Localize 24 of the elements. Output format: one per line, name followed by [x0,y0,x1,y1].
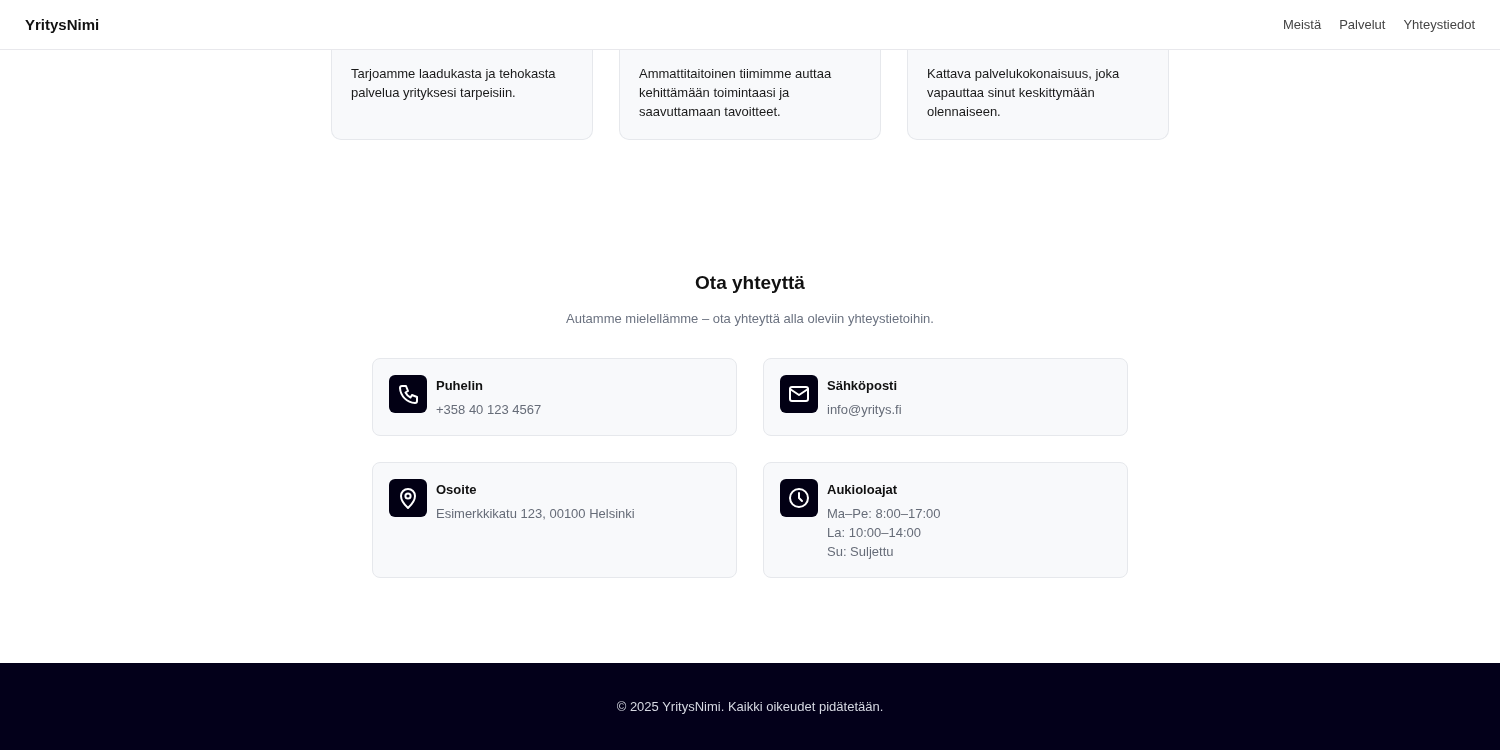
map-pin-icon [389,479,427,517]
nav-link[interactable]: Yhteystiedot [1403,17,1475,32]
clock-icon [780,479,818,517]
contact-value: La: 10:00–14:00 [827,524,922,542]
nav-link[interactable]: Meistä [1282,17,1322,32]
service-description: Kattava palvelukokonaisuus, joka vapauttaa sinut keskittymään olennaiseen. [927,65,1121,121]
contact-label: Puhelin [436,377,484,395]
service-description: Tarjoamme laadukasta ja tehokasta palvelua yrityksesi tarpeisiin. [351,65,557,102]
contact-value[interactable]: info@yritys.fi [827,400,902,419]
contact-value: Ma–Pe: 8:00–17:00 [827,505,941,523]
contact-value: Su: Suljettu [827,543,895,561]
contact-label: Osoite [436,481,478,499]
contact-value[interactable]: +358 40 123 4567 [436,400,542,419]
section-subtitle: Autamme mielellämme – ota yhteyttä alla oleviin yhteystietoihin. [566,311,934,326]
service-description: Ammattitaitoinen tiimimme auttaa kehittämään toimintaasi ja saavuttamaan tavoitteet. [639,65,833,121]
phone-icon [389,375,427,413]
copyright-text: © 2025 YritysNimi. Kaikki oikeudet pidätetään. [616,699,884,714]
envelope-icon [780,375,818,413]
brand-logo[interactable]: YritysNimi [25,16,100,33]
contact-label: Aukioloajat [827,481,899,499]
nav-link[interactable]: Palvelut [1339,17,1386,32]
section-title: Ota yhteyttä [695,271,805,295]
contact-value: Esimerkkikatu 123, 00100 Helsinki [436,505,635,523]
contact-label: Sähköposti [827,377,899,395]
